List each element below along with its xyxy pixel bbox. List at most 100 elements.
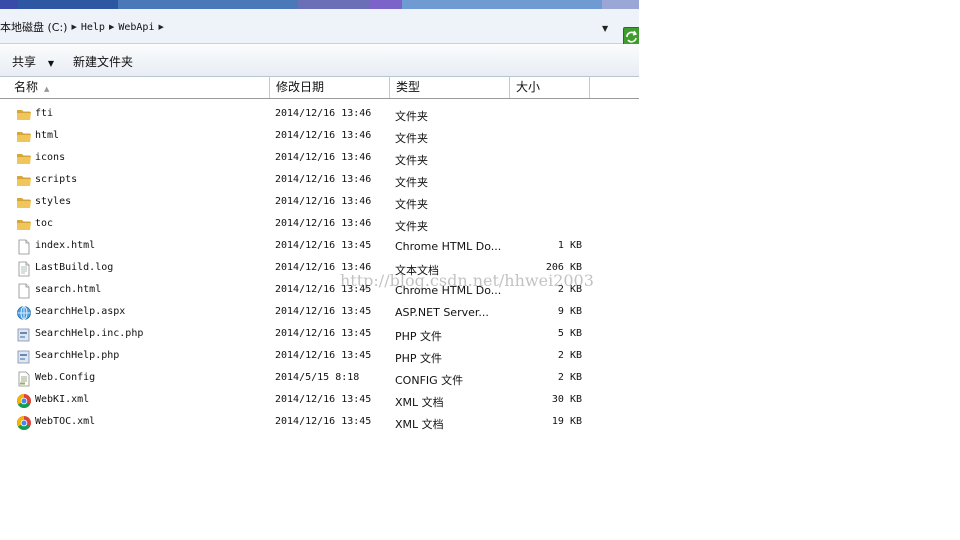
title-bar-strip [370,0,402,9]
file-type: 文件夹 [395,132,428,145]
address-bar[interactable]: 本地磁盘 (C:) ▶ Help ▶ WebApi ▶ ▼ [0,9,639,46]
file-row[interactable]: WebTOC.xml 2014/12/16 13:45 XML 文档 19 KB [0,412,639,434]
file-type: 文件夹 [395,220,428,233]
breadcrumb-local-disk[interactable]: 本地磁盘 (C:) [0,19,67,35]
title-bar-strip [18,0,118,9]
column-date-label: 修改日期 [276,80,325,94]
file-type: 文件夹 [395,198,428,211]
folder-icon [16,107,32,123]
file-name: styles [35,196,72,207]
file-type: Chrome HTML Do... [395,240,502,253]
folder-icon [16,129,32,145]
column-header-type[interactable]: 类型 [390,77,510,98]
share-button[interactable]: 共享 ▼ [12,53,54,70]
file-date: 2014/12/16 13:46 [275,262,372,273]
folder-icon [16,173,32,189]
chrome-icon [16,415,32,431]
new-folder-button[interactable]: 新建文件夹 [73,53,133,70]
title-bar-strip [602,0,639,9]
file-name: SearchHelp.aspx [35,306,126,317]
file-size: 9 KB [557,306,582,317]
file-size: 206 KB [545,262,582,273]
blank-file-icon [16,283,32,299]
file-date: 2014/12/16 13:45 [275,328,372,339]
file-row[interactable]: html 2014/12/16 13:46 文件夹 [0,126,639,148]
file-size: 2 KB [557,372,582,383]
file-date: 2014/12/16 13:46 [275,218,372,229]
chevron-down-icon: ▼ [47,59,54,68]
script-file-icon [16,327,32,343]
file-name: search.html [35,284,102,295]
file-row[interactable]: SearchHelp.aspx 2014/12/16 13:45 ASP.NET S… [0,302,639,324]
file-name: scripts [35,174,78,185]
file-name: fti [35,108,54,119]
file-type: 文本文档 [395,264,439,277]
breadcrumb-webapi[interactable]: WebApi [118,22,154,33]
column-header-size[interactable]: 大小 [510,77,590,98]
file-date: 2014/12/16 13:46 [275,108,372,119]
file-date: 2014/12/16 13:45 [275,416,372,427]
file-name: toc [35,218,54,229]
file-type: XML 文档 [395,418,444,431]
file-date: 2014/12/16 13:46 [275,174,372,185]
file-row[interactable]: SearchHelp.inc.php 2014/12/16 13:45 PHP 文件… [0,324,639,346]
title-bar-strip [402,0,602,9]
title-bar-strip [298,0,370,9]
column-type-label: 类型 [396,80,421,94]
chevron-right-icon[interactable]: ▶ [109,23,114,31]
file-type: XML 文档 [395,396,444,409]
file-name: Web.Config [35,372,96,383]
file-date: 2014/12/16 13:45 [275,284,372,295]
file-date: 2014/12/16 13:45 [275,306,372,317]
script-file-icon [16,349,32,365]
column-header-date[interactable]: 修改日期 [270,77,390,98]
file-name: index.html [35,240,96,251]
explorer-window: 本地磁盘 (C:) ▶ Help ▶ WebApi ▶ ▼ 共享 ▼ 新建文件夹… [0,0,639,540]
title-bar-strip [118,0,298,9]
folder-icon [16,195,32,211]
file-type: 文件夹 [395,176,428,189]
file-type: PHP 文件 [395,330,443,343]
address-history-dropdown-icon[interactable]: ▼ [602,24,608,33]
file-row[interactable]: styles 2014/12/16 13:46 文件夹 [0,192,639,214]
file-name: WebTOC.xml [35,416,96,427]
folder-icon [16,151,32,167]
file-size: 30 KB [551,394,582,405]
file-name: icons [35,152,66,163]
column-size-label: 大小 [516,80,541,94]
file-date: 2014/12/16 13:46 [275,130,372,141]
breadcrumb-help[interactable]: Help [81,22,105,33]
file-date: 2014/12/16 13:46 [275,196,372,207]
file-row[interactable]: toc 2014/12/16 13:46 文件夹 [0,214,639,236]
file-row[interactable]: WebKI.xml 2014/12/16 13:45 XML 文档 30 KB [0,390,639,412]
chevron-right-icon[interactable]: ▶ [158,23,163,31]
chevron-right-icon[interactable]: ▶ [71,23,76,31]
file-type: 文件夹 [395,110,428,123]
folder-icon [16,217,32,233]
file-size: 1 KB [557,240,582,251]
config-file-icon [16,371,32,387]
file-row[interactable]: icons 2014/12/16 13:46 文件夹 [0,148,639,170]
file-name: WebKI.xml [35,394,90,405]
file-list: fti 2014/12/16 13:46 文件夹 html 2014/12/16 13:… [0,104,639,434]
file-type: CONFIG 文件 [395,374,464,387]
column-header-row: 名称 ▲ 修改日期 类型 大小 [0,77,639,99]
file-row[interactable]: search.html 2014/12/16 13:45 Chrome HTML D… [0,280,639,302]
file-name: html [35,130,60,141]
file-date: 2014/12/16 13:45 [275,240,372,251]
file-row[interactable]: index.html 2014/12/16 13:45 Chrome HTML Do… [0,236,639,258]
column-name-label: 名称 [14,80,39,94]
file-size: 2 KB [557,284,582,295]
file-row[interactable]: scripts 2014/12/16 13:46 文件夹 [0,170,639,192]
file-row[interactable]: LastBuild.log 2014/12/16 13:46 文本文档 206 KB [0,258,639,280]
file-date: 2014/12/16 13:45 [275,394,372,405]
file-row[interactable]: Web.Config 2014/5/15 8:18 CONFIG 文件 2 KB [0,368,639,390]
file-row[interactable]: fti 2014/12/16 13:46 文件夹 [0,104,639,126]
blank-file-icon [16,239,32,255]
title-bar-strip [0,0,18,9]
file-row[interactable]: SearchHelp.php 2014/12/16 13:45 PHP 文件 2 KB [0,346,639,368]
file-date: 2014/12/16 13:45 [275,350,372,361]
share-label: 共享 [12,55,37,69]
file-date: 2014/5/15 8:18 [275,372,360,383]
column-header-name[interactable]: 名称 ▲ [8,77,270,98]
